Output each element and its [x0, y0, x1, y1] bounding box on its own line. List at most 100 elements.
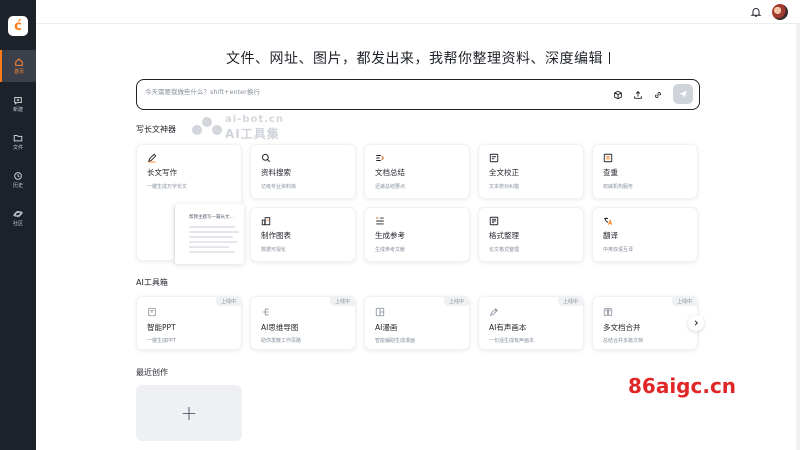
card-desc: 亿级专业资料库 — [261, 184, 297, 190]
preview-line — [189, 251, 235, 253]
search-icon — [261, 153, 271, 163]
card-desc: 一键生成PPT — [147, 338, 177, 344]
new-creation-button[interactable]: + — [136, 385, 242, 441]
card-desc: 文本校对纠错 — [489, 184, 520, 190]
card-research[interactable]: 资料搜索 亿级专业资料库 — [250, 144, 356, 199]
search-input[interactable] — [145, 88, 585, 96]
card-references[interactable]: 生成参考 生成参考文献 — [364, 207, 470, 262]
card-plagiarism-check[interactable]: 查重 权威机构服务 — [592, 144, 698, 199]
sidebar: ć 首页 新建 文件 历史 社区 — [0, 0, 36, 450]
search-box[interactable] — [136, 79, 700, 110]
card-name: 长文写作 — [147, 168, 177, 177]
scrollbar[interactable] — [796, 24, 800, 450]
status-badge: 上线中 — [215, 297, 241, 306]
watermark-top: ai-bot.cn — [225, 114, 284, 125]
reference-icon — [376, 217, 384, 225]
card-name: AI有声画本 — [489, 323, 527, 332]
card-format[interactable]: 格式整理 论文格式整理 — [478, 207, 584, 262]
long-writing-preview: 帮我主题写一篇长文... — [174, 204, 244, 264]
card-make-chart[interactable]: 制作图表 数据可视化 — [250, 207, 356, 262]
card-name: 生成参考 — [375, 231, 405, 240]
link-icon — [655, 92, 661, 98]
card-name: 查重 — [603, 168, 618, 177]
card-name: 格式整理 — [489, 231, 519, 240]
sidebar-item-home[interactable]: 首页 — [0, 50, 36, 82]
translate-icon — [604, 217, 613, 225]
sidebar-item-label: 文件 — [12, 145, 23, 151]
card-name: 翻译 — [603, 231, 618, 240]
sidebar-item-community[interactable]: 社区 — [0, 202, 36, 234]
tool-card-comic[interactable]: 上线中 AI漫画 智能辅助生成漫画 — [364, 296, 470, 350]
bell-icon[interactable] — [750, 6, 762, 18]
new-chat-icon — [14, 97, 22, 105]
text-caret — [609, 52, 610, 64]
status-badge: 上线中 — [671, 297, 697, 306]
sidebar-item-files[interactable]: 文件 — [0, 126, 36, 158]
watermark-logo-icon — [192, 117, 222, 135]
plus-icon: + — [180, 401, 198, 425]
status-badge: 上线中 — [329, 297, 355, 306]
card-desc: 迅速总结要点 — [375, 184, 406, 190]
card-summary[interactable]: 文档总结 迅速总结要点 — [364, 144, 470, 199]
card-desc: 生成参考文献 — [375, 247, 406, 253]
sidebar-item-history[interactable]: 历史 — [0, 164, 36, 196]
card-desc: 中英双语互译 — [603, 247, 634, 253]
check-doc-icon — [603, 153, 613, 163]
preview-line — [189, 231, 239, 233]
card-name: AI漫画 — [375, 323, 398, 332]
mindmap-icon — [262, 308, 269, 316]
planet-icon — [13, 211, 23, 217]
card-desc: 一键生成万字长文 — [147, 184, 188, 190]
page-headline: 文件、网址、图片，都发出来，我帮你整理资料、深度编辑 — [36, 48, 800, 68]
status-badge: 上线中 — [557, 297, 583, 306]
card-name: 多文档合并 — [603, 323, 641, 332]
card-name: 资料搜索 — [261, 168, 291, 177]
card-desc: 总结合并多篇文档 — [603, 338, 644, 344]
clock-icon — [14, 172, 22, 180]
ppt-icon — [148, 307, 156, 317]
preview-line — [189, 241, 237, 243]
chart-icon — [261, 217, 271, 226]
sidebar-item-label: 历史 — [12, 183, 23, 189]
merge-icon — [603, 308, 613, 316]
carousel-next-button[interactable] — [688, 315, 704, 331]
list-icon — [376, 155, 384, 161]
send-icon — [679, 90, 687, 98]
card-proofread[interactable]: 全文校正 文本校对纠错 — [478, 144, 584, 199]
card-translate[interactable]: 翻译 中英双语互译 — [592, 207, 698, 262]
card-name: 制作图表 — [261, 231, 291, 240]
card-desc: 助你发散工作思路 — [261, 338, 302, 344]
card-name: AI思维导图 — [261, 323, 299, 332]
sidebar-item-label: 新建 — [12, 107, 23, 113]
section-title-writing: 写长文神器 — [136, 125, 176, 134]
app-logo[interactable]: ć — [8, 16, 28, 36]
proofread-icon — [489, 153, 499, 163]
comic-icon — [375, 307, 385, 317]
format-icon — [489, 216, 499, 226]
send-button[interactable] — [673, 84, 693, 104]
upload-icon — [634, 91, 642, 99]
card-desc: 数据可视化 — [261, 247, 287, 253]
card-desc: 一句话生成有声画本 — [489, 338, 535, 344]
card-desc: 论文格式整理 — [489, 247, 520, 253]
card-desc: 权威机构服务 — [603, 184, 634, 190]
card-name: 文档总结 — [375, 168, 405, 177]
sidebar-item-new[interactable]: 新建 — [0, 88, 36, 120]
tool-card-ppt[interactable]: 上线中 智能PPT 一键生成PPT — [136, 296, 242, 350]
section-title-tools: AI工具箱 — [136, 278, 168, 287]
preview-line — [189, 236, 233, 238]
tool-card-audio-book[interactable]: 上线中 AI有声画本 一句话生成有声画本 — [478, 296, 584, 350]
site-watermark: 86aigc.cn — [628, 374, 737, 398]
cube-button[interactable] — [611, 88, 625, 102]
upload-button[interactable] — [631, 88, 645, 102]
tool-card-merge-docs[interactable]: 上线中 多文档合并 总结合并多篇文档 — [592, 296, 698, 350]
link-button[interactable] — [651, 88, 665, 102]
sidebar-item-label: 社区 — [12, 221, 23, 227]
tool-card-mindmap[interactable]: 上线中 AI思维导图 助你发散工作思路 — [250, 296, 356, 350]
preview-title: 帮我主题写一篇长文... — [189, 215, 234, 220]
home-icon — [15, 58, 23, 66]
watermark-bottom: AI工具集 — [225, 127, 280, 141]
card-name: 全文校正 — [489, 168, 519, 177]
preview-line — [189, 246, 229, 248]
avatar[interactable] — [772, 4, 788, 20]
